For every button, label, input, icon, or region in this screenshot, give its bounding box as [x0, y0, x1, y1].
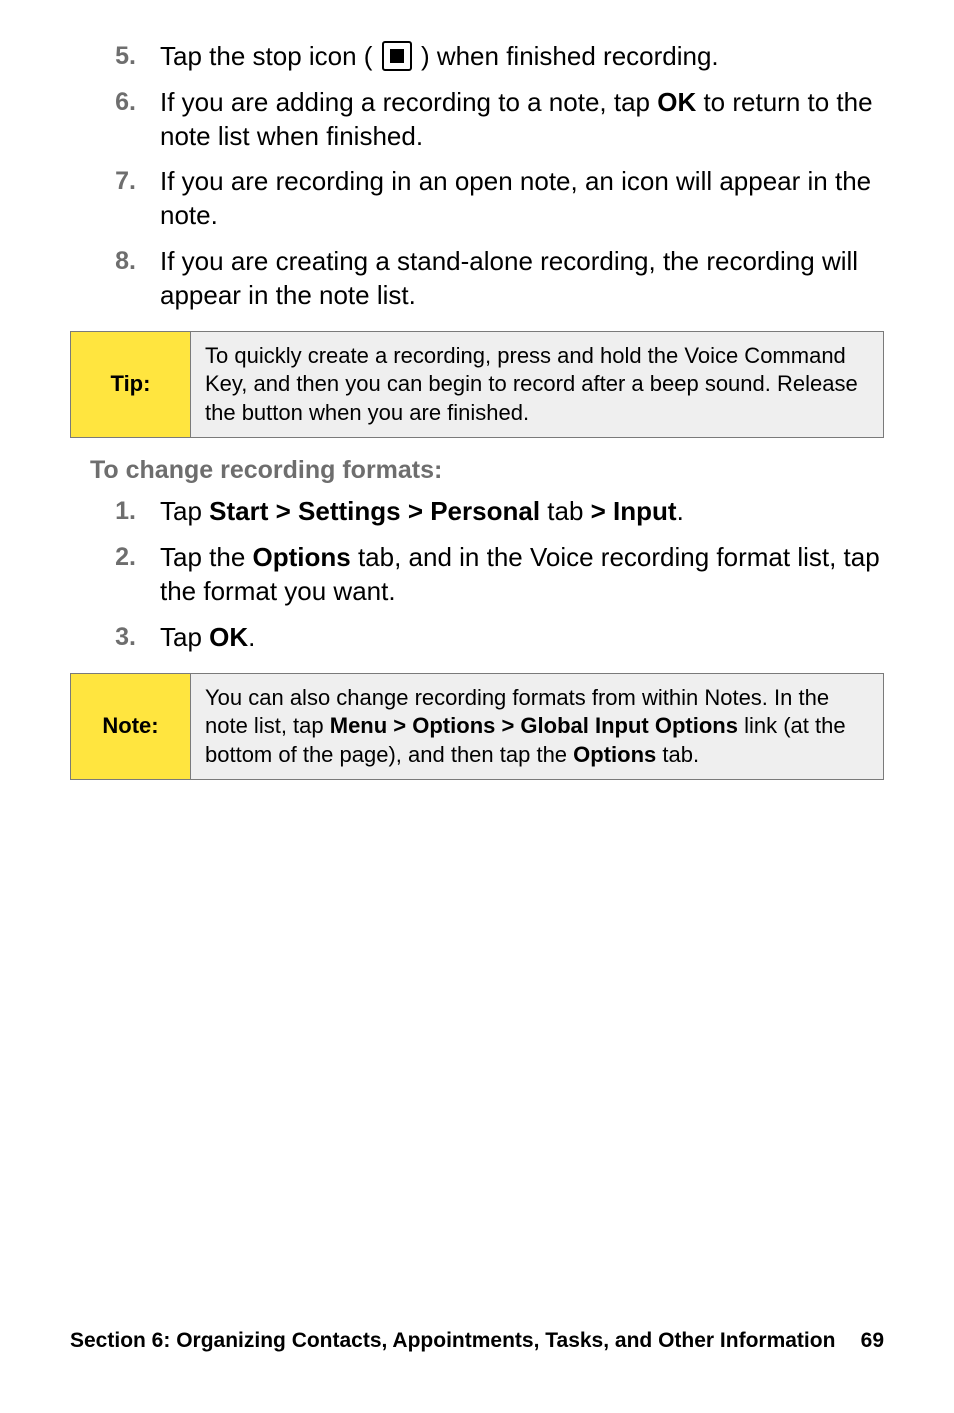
item-text: Tap the stop icon ( ) when finished reco… — [160, 40, 884, 74]
subheading: To change recording formats: — [90, 456, 884, 485]
list-item: 5. Tap the stop icon ( ) when finished r… — [70, 40, 884, 74]
text-fragment: Tap — [160, 496, 209, 526]
item-text: Tap the Options tab, and in the Voice re… — [160, 541, 884, 609]
stop-icon — [382, 41, 412, 71]
bold-text: Start > Settings > Personal — [209, 496, 540, 526]
note-body: You can also change recording formats fr… — [191, 674, 883, 780]
page-footer: Section 6: Organizing Contacts, Appointm… — [70, 1329, 884, 1353]
bold-text: Menu > Options > Global Input Options — [330, 713, 738, 738]
tip-label: Tip: — [71, 332, 191, 438]
text-fragment: tab. — [656, 742, 699, 767]
item-number: 1. — [70, 495, 160, 528]
page: 5. Tap the stop icon ( ) when finished r… — [0, 0, 954, 1413]
footer-section-title: Section 6: Organizing Contacts, Appointm… — [70, 1329, 835, 1352]
item-number: 2. — [70, 541, 160, 574]
list-item: 6. If you are adding a recording to a no… — [70, 86, 884, 154]
item-text: If you are creating a stand-alone record… — [160, 245, 884, 313]
list-item: 7. If you are recording in an open note,… — [70, 165, 884, 233]
item-text: Tap Start > Settings > Personal tab > In… — [160, 495, 884, 529]
note-callout: Note: You can also change recording form… — [70, 673, 884, 781]
item-number: 8. — [70, 245, 160, 278]
bold-text: > Input — [591, 496, 677, 526]
text-fragment: Tap — [160, 622, 209, 652]
tip-body: To quickly create a recording, press and… — [191, 332, 883, 438]
item-number: 3. — [70, 621, 160, 654]
tip-callout: Tip: To quickly create a recording, pres… — [70, 331, 884, 439]
text-fragment: tab — [540, 496, 591, 526]
bold-text: Options — [253, 542, 351, 572]
item-number: 7. — [70, 165, 160, 198]
text-fragment: . — [677, 496, 684, 526]
text-fragment: . — [248, 622, 255, 652]
item-number: 6. — [70, 86, 160, 119]
instruction-list-1: 5. Tap the stop icon ( ) when finished r… — [70, 40, 884, 313]
list-item: 1. Tap Start > Settings > Personal tab >… — [70, 495, 884, 529]
text-fragment: If you are adding a recording to a note,… — [160, 87, 657, 117]
bold-text: OK — [209, 622, 248, 652]
list-item: 8. If you are creating a stand-alone rec… — [70, 245, 884, 313]
instruction-list-2: 1. Tap Start > Settings > Personal tab >… — [70, 495, 884, 654]
bold-text: Options — [573, 742, 656, 767]
bold-text: OK — [657, 87, 696, 117]
item-text: If you are recording in an open note, an… — [160, 165, 884, 233]
page-number: 69 — [845, 1329, 884, 1353]
note-label: Note: — [71, 674, 191, 780]
list-item: 3. Tap OK. — [70, 621, 884, 655]
text-fragment: Tap the stop icon ( — [160, 41, 372, 71]
item-text: Tap OK. — [160, 621, 884, 655]
list-item: 2. Tap the Options tab, and in the Voice… — [70, 541, 884, 609]
item-text: If you are adding a recording to a note,… — [160, 86, 884, 154]
item-number: 5. — [70, 40, 160, 73]
text-fragment: ) when finished recording. — [421, 41, 719, 71]
text-fragment: Tap the — [160, 542, 253, 572]
